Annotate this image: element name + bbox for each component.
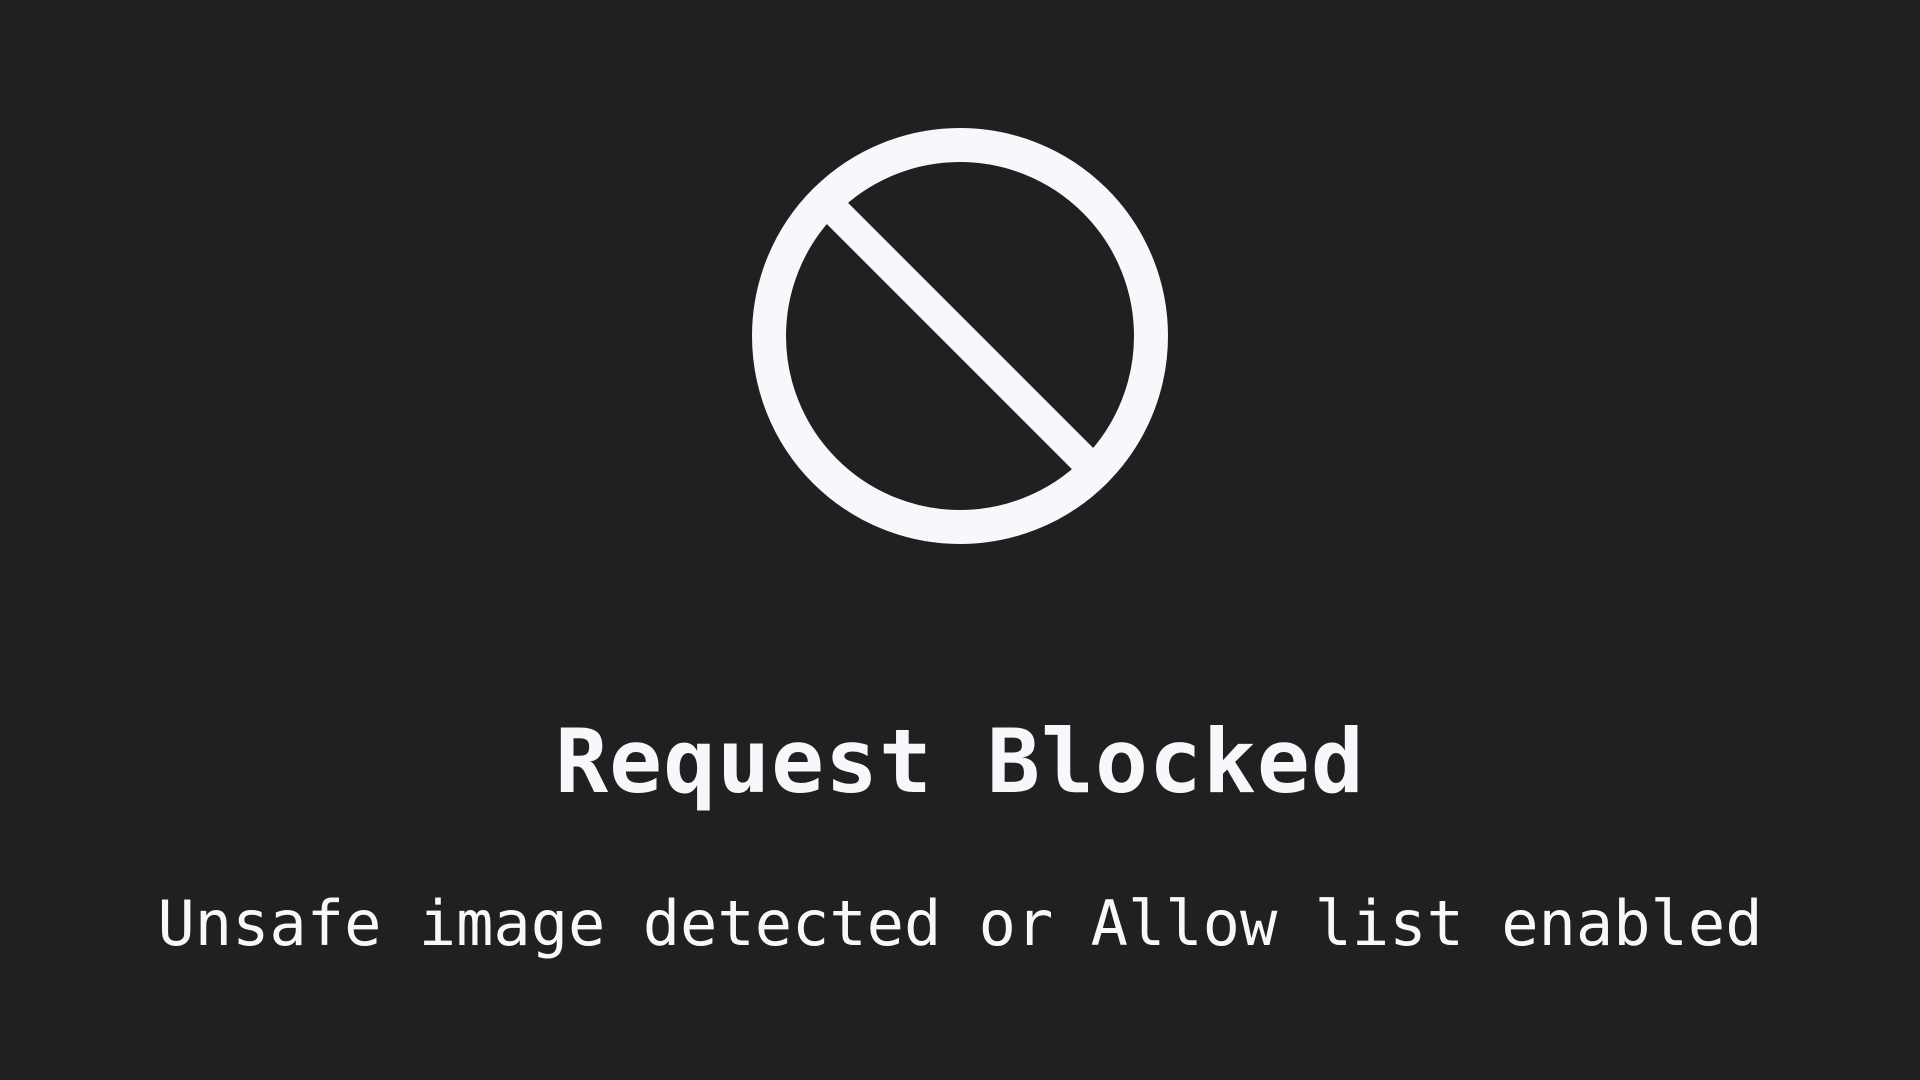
page-title: Request Blocked: [555, 709, 1365, 813]
blocked-screen: Request Blocked Unsafe image detected or…: [0, 0, 1920, 1080]
blocked-message: Unsafe image detected or Allow list enab…: [157, 887, 1763, 960]
blocked-icon: [750, 126, 1170, 546]
